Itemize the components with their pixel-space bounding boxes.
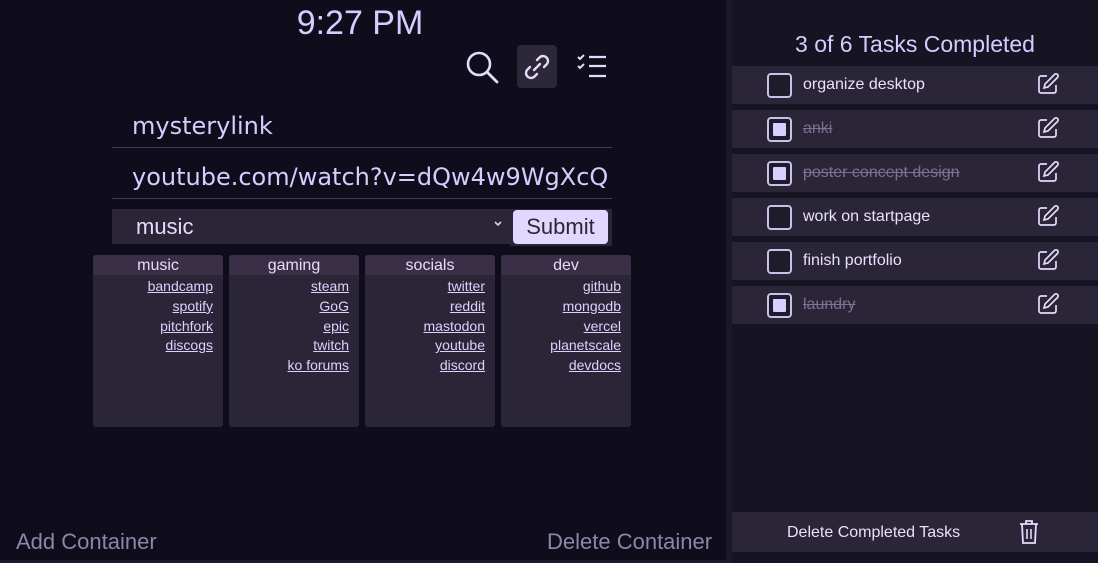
category-select[interactable]: music — [112, 209, 510, 244]
link-item[interactable]: mastodon — [365, 317, 485, 337]
link-item[interactable]: youtube — [365, 336, 485, 356]
container-gaming: gaming steam GoG epic twitch ko forums — [229, 255, 359, 427]
link-icon — [524, 54, 550, 79]
task-row: organize desktop — [732, 66, 1098, 104]
edit-icon[interactable] — [1036, 248, 1060, 272]
container-title: dev — [501, 255, 631, 275]
link-item[interactable]: pitchfork — [93, 317, 213, 337]
link-item[interactable]: GoG — [229, 297, 349, 317]
edit-icon[interactable] — [1036, 160, 1060, 184]
link-url-input[interactable] — [112, 155, 612, 199]
container-dev: dev github mongodb vercel planetscale de… — [501, 255, 631, 427]
task-label: poster concept design — [803, 164, 960, 181]
link-item[interactable]: devdocs — [501, 356, 621, 376]
task-row: work on startpage — [732, 198, 1098, 236]
link-item[interactable]: reddit — [365, 297, 485, 317]
task-label: work on startpage — [803, 208, 931, 225]
task-label: laundry — [803, 296, 856, 313]
task-row: poster concept design — [732, 154, 1098, 192]
checklist-icon — [577, 53, 606, 77]
tasks-pane: 3 of 6 Tasks Completed organize desktop … — [732, 0, 1098, 563]
container-socials: socials twitter reddit mastodon youtube … — [365, 255, 495, 427]
task-row: finish portfolio — [732, 242, 1098, 280]
link-name-input[interactable] — [112, 104, 612, 148]
link-item[interactable]: bandcamp — [93, 277, 213, 297]
submit-button[interactable]: Submit — [513, 210, 608, 244]
add-container-button[interactable]: Add Container — [16, 529, 157, 555]
delete-completed-label: Delete Completed Tasks — [787, 524, 961, 541]
task-label: organize desktop — [803, 76, 925, 93]
link-item[interactable]: twitter — [365, 277, 485, 297]
clock: 9:27 PM — [296, 4, 424, 42]
link-item[interactable]: epic — [229, 317, 349, 337]
trash-icon — [1020, 520, 1038, 544]
search-icon — [466, 51, 499, 83]
links-pane: 9:27 PM music Submit music bandcamp spot… — [0, 0, 726, 563]
task-checkbox[interactable] — [767, 161, 792, 186]
edit-icon[interactable] — [1036, 292, 1060, 316]
task-label: finish portfolio — [803, 252, 902, 269]
link-item[interactable]: discogs — [93, 336, 213, 356]
link-item[interactable]: ko forums — [229, 356, 349, 376]
search-mode-button[interactable] — [462, 45, 502, 88]
container-title: music — [93, 255, 223, 275]
link-item[interactable]: mongodb — [501, 297, 621, 317]
edit-icon[interactable] — [1036, 204, 1060, 228]
task-row: anki — [732, 110, 1098, 148]
link-item[interactable]: discord — [365, 356, 485, 376]
task-checkbox[interactable] — [767, 73, 792, 98]
delete-container-button[interactable]: Delete Container — [547, 529, 712, 555]
task-checkbox[interactable] — [767, 205, 792, 230]
edit-icon[interactable] — [1036, 72, 1060, 96]
container-title: gaming — [229, 255, 359, 275]
edit-icon[interactable] — [1036, 116, 1060, 140]
link-item[interactable]: spotify — [93, 297, 213, 317]
task-label: anki — [803, 120, 833, 137]
link-item[interactable]: steam — [229, 277, 349, 297]
link-mode-button[interactable] — [517, 45, 557, 88]
container-links: steam GoG epic twitch ko forums — [229, 275, 359, 376]
task-checkbox[interactable] — [767, 293, 792, 318]
task-checkbox[interactable] — [767, 117, 792, 142]
link-item[interactable]: twitch — [229, 336, 349, 356]
container-links: github mongodb vercel planetscale devdoc… — [501, 275, 631, 376]
container-links: bandcamp spotify pitchfork discogs — [93, 275, 223, 356]
chevron-down-icon — [494, 221, 502, 227]
category-select-value: music — [136, 213, 194, 239]
tasks-summary: 3 of 6 Tasks Completed — [795, 31, 1035, 57]
tasks-mode-button[interactable] — [572, 45, 612, 88]
link-item[interactable]: github — [501, 277, 621, 297]
container-music: music bandcamp spotify pitchfork discogs — [93, 255, 223, 427]
container-title: socials — [365, 255, 495, 275]
delete-completed-button[interactable]: Delete Completed Tasks — [732, 512, 1098, 552]
link-item[interactable]: vercel — [501, 317, 621, 337]
link-item[interactable]: planetscale — [501, 336, 621, 356]
task-row: laundry — [732, 286, 1098, 324]
container-links: twitter reddit mastodon youtube discord — [365, 275, 495, 376]
task-checkbox[interactable] — [767, 249, 792, 274]
